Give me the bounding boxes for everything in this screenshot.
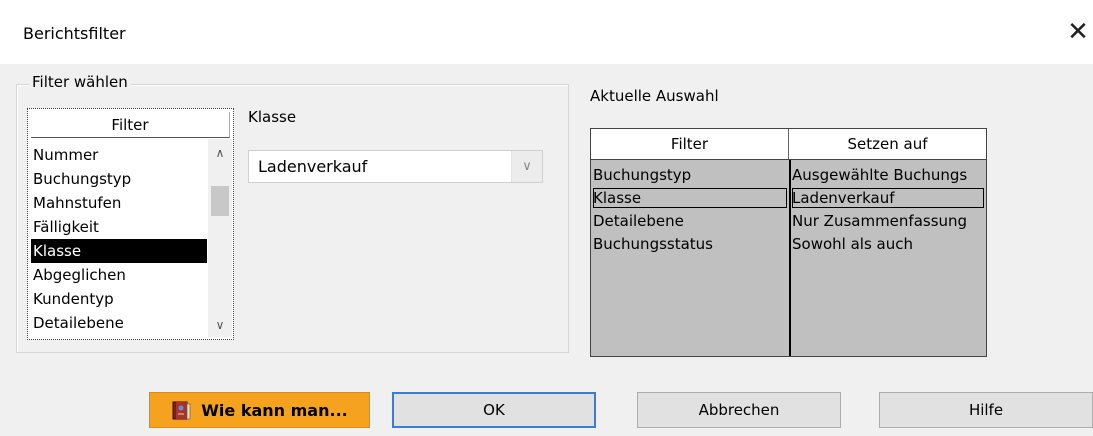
cell-value: Ladenverkauf [792, 188, 984, 208]
table-row[interactable]: Buchungsstatus Sowohl als auch [591, 234, 986, 254]
cell-filter: Buchungsstatus [593, 235, 713, 253]
dialog-title: Berichtsfilter [23, 24, 126, 43]
klasse-combobox[interactable]: Ladenverkauf ∨ [248, 150, 543, 183]
filter-list-items: Nummer Buchungstyp Mahnstufen Fälligkeit Kla… [31, 143, 207, 335]
filter-list-item[interactable]: Buchungstyp [31, 167, 207, 191]
help-button[interactable]: Hilfe [879, 392, 1093, 428]
column-header-filter[interactable]: Filter [591, 129, 789, 159]
close-icon[interactable]: ✕ [1064, 14, 1092, 50]
filter-list-item[interactable]: Klasse [31, 239, 207, 263]
table-row[interactable]: Klasse Ladenverkauf [591, 188, 986, 208]
scroll-down-icon[interactable]: ∨ [208, 315, 232, 335]
filter-group-label: Filter wählen [29, 73, 131, 91]
filter-list-item[interactable]: Nummer [31, 143, 207, 167]
filter-list[interactable]: Filter Nummer Buchungstyp Mahnstufen Fällig… [27, 108, 234, 340]
field-label: Klasse [248, 108, 297, 126]
current-selection-label: Aktuelle Auswahl [590, 87, 719, 105]
combobox-value: Ladenverkauf [258, 157, 368, 176]
filter-list-header[interactable]: Filter [31, 112, 230, 138]
ok-button[interactable]: OK [392, 392, 596, 428]
title-bar: Berichtsfilter ✕ [0, 0, 1093, 64]
cell-value: Nur Zusammenfassung [792, 212, 968, 230]
cell-filter: Klasse [593, 188, 787, 208]
scroll-up-icon[interactable]: ∧ [208, 143, 232, 163]
cell-filter: Buchungstyp [593, 166, 692, 184]
filter-list-item[interactable]: Detailebene [31, 311, 207, 335]
cancel-button[interactable]: Abbrechen [637, 392, 841, 428]
how-to-button[interactable]: Wie kann man... [149, 392, 370, 428]
current-selection-table[interactable]: Filter Setzen auf Buchungstyp Ausgewählte… [590, 128, 987, 357]
filter-list-scrollbar[interactable]: ∧ ∨ [208, 139, 232, 337]
how-to-label: Wie kann man... [201, 400, 348, 420]
table-row[interactable]: Buchungstyp Ausgewählte Buchungs [591, 165, 986, 185]
book-icon [172, 401, 191, 420]
filter-list-item[interactable]: Fälligkeit [31, 215, 207, 239]
table-row[interactable]: Detailebene Nur Zusammenfassung [591, 211, 986, 231]
cell-filter: Detailebene [593, 212, 684, 230]
chevron-down-icon[interactable]: ∨ [511, 151, 542, 182]
table-header: Filter Setzen auf [591, 129, 986, 160]
column-header-value[interactable]: Setzen auf [789, 129, 986, 159]
cell-value: Ausgewählte Buchungs [792, 166, 968, 184]
filter-list-item[interactable]: Abgeglichen [31, 263, 207, 287]
scroll-thumb[interactable] [211, 186, 229, 216]
cell-value: Sowohl als auch [792, 235, 913, 253]
filter-list-item[interactable]: Kundentyp [31, 287, 207, 311]
filter-list-item[interactable]: Mahnstufen [31, 191, 207, 215]
